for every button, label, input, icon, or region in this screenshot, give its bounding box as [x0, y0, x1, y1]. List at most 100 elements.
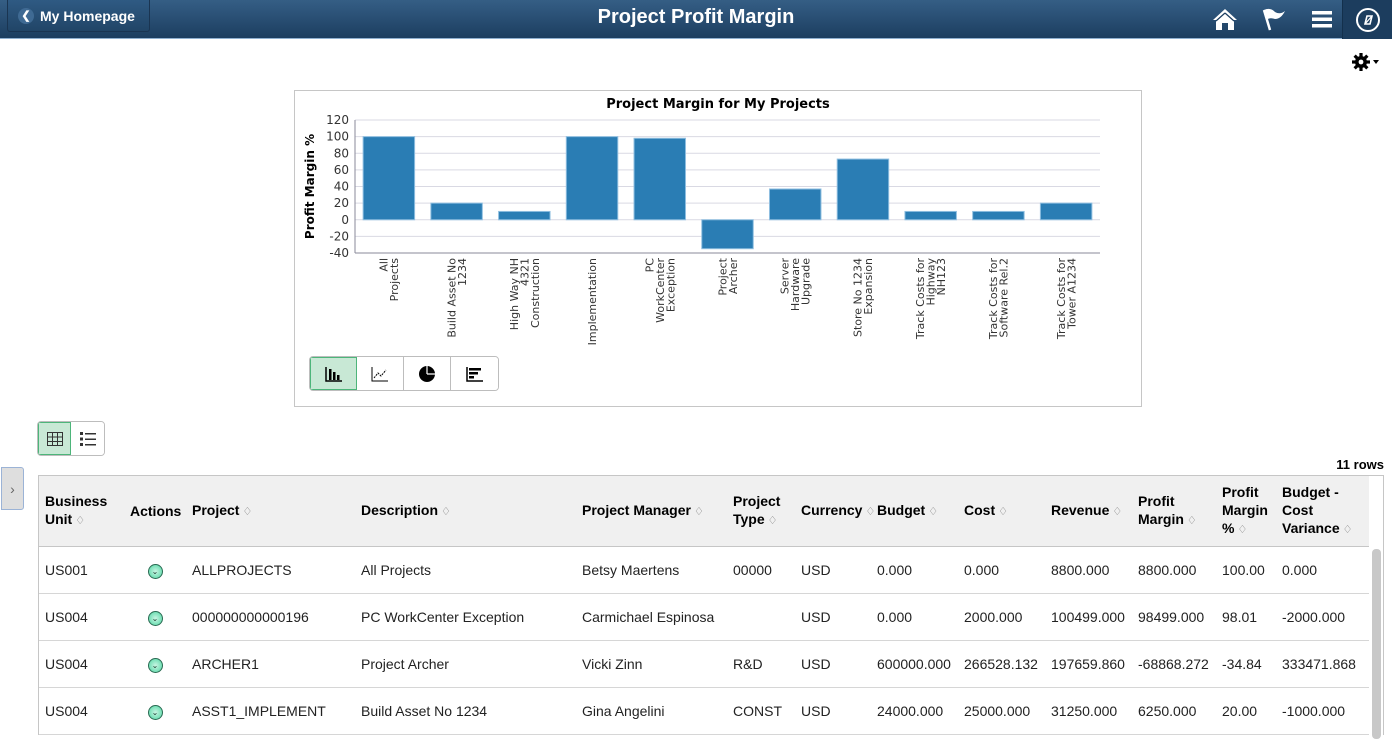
- column-header[interactable]: Description ♢: [355, 476, 576, 547]
- table-row[interactable]: US001 ⌄ ALLPROJECTS All Projects Betsy Maert…: [39, 546, 1369, 594]
- table-row[interactable]: US004 ⌄ 000000000000196 PC WorkCenter Excep…: [39, 593, 1369, 641]
- banner: ❮ My Homepage Project Profit Margin: [0, 0, 1392, 39]
- x-tick-label: ProjectArcher: [716, 257, 740, 295]
- table-cell: ALLPROJECTS: [186, 546, 355, 594]
- pie-chart-button[interactable]: [404, 357, 451, 390]
- sort-icon[interactable]: ♢: [75, 515, 85, 527]
- table-cell: 2000.000: [958, 593, 1045, 641]
- table-cell: R&D: [727, 640, 795, 688]
- table-cell: US001: [39, 546, 124, 594]
- x-tick-label: Store No 1234Expansion: [852, 258, 876, 337]
- navbar-compass-icon: [1355, 7, 1380, 32]
- table-cell: -2000.000: [1276, 593, 1369, 641]
- column-header[interactable]: Currency ♢: [795, 476, 875, 547]
- bar: [701, 219, 754, 250]
- sort-icon[interactable]: ♢: [441, 506, 451, 518]
- column-header[interactable]: Profit Margin ♢: [1132, 476, 1216, 547]
- x-tick-label-line: Construction: [529, 258, 542, 328]
- row-actions-chevron-down-icon[interactable]: ⌄: [147, 610, 163, 626]
- column-header-label: Project: [192, 501, 240, 518]
- column-header-label: Currency: [801, 501, 863, 518]
- table-row[interactable]: US004 ⌄ ARCHER1 Project Archer Vicki Zinn R&D…: [39, 640, 1369, 688]
- sort-icon[interactable]: ♢: [1343, 524, 1353, 536]
- table-cell: ⌄: [124, 687, 186, 735]
- sort-icon[interactable]: ♢: [768, 515, 778, 527]
- column-header[interactable]: Project ♢: [186, 476, 355, 547]
- sort-icon[interactable]: ♢: [998, 506, 1008, 518]
- column-header[interactable]: Business Unit ♢: [39, 476, 124, 547]
- sort-icon[interactable]: ♢: [1237, 524, 1247, 536]
- sort-icon[interactable]: ♢: [1187, 515, 1197, 527]
- row-actions-chevron-down-icon[interactable]: ⌄: [147, 563, 163, 579]
- notifications-button[interactable]: [1257, 4, 1291, 34]
- table-cell: 000000000000196: [186, 593, 355, 641]
- column-header[interactable]: Actions: [124, 476, 186, 547]
- column-header[interactable]: Revenue ♢: [1045, 476, 1132, 547]
- row-actions-chevron-down-icon[interactable]: ⌄: [147, 657, 163, 673]
- home-button[interactable]: [1208, 4, 1242, 34]
- table-cell: USD: [795, 546, 871, 594]
- x-tick-label: AllProjects: [378, 258, 402, 302]
- menu-icon: [1312, 11, 1332, 28]
- actions-menu-button[interactable]: [1305, 4, 1339, 34]
- sort-icon[interactable]: ♢: [242, 506, 252, 518]
- line-chart-button[interactable]: [357, 357, 404, 390]
- navbar-button[interactable]: [1342, 0, 1392, 39]
- back-to-homepage-button[interactable]: ❮ My Homepage: [7, 0, 150, 32]
- bar: [768, 188, 822, 221]
- table-cell: US004: [39, 593, 124, 641]
- column-header[interactable]: Cost ♢: [958, 476, 1045, 547]
- column-header[interactable]: Project Manager ♢: [576, 476, 727, 547]
- x-tick-label-line: Software Rel.2: [998, 258, 1011, 337]
- grid-scrollbar[interactable]: [1372, 549, 1381, 739]
- table-row[interactable]: US004 ⌄ ASST1_IMPLEMENT Build Asset No 1234…: [39, 687, 1369, 735]
- column-header[interactable]: Budget ♢: [871, 476, 958, 547]
- x-tick-label-line: Tower A1234: [1065, 258, 1078, 330]
- grid-view-button[interactable]: [38, 422, 71, 455]
- x-tick-label: Track Costs forSoftware Rel.2: [987, 258, 1011, 341]
- list-view-button[interactable]: [71, 422, 104, 455]
- table-cell: ⌄: [124, 593, 186, 641]
- settings-button[interactable]: [1352, 52, 1382, 72]
- table-cell: CONST: [727, 687, 795, 735]
- table-cell: 0.000: [871, 546, 958, 594]
- sort-icon[interactable]: ♢: [1112, 506, 1122, 518]
- chevron-left-icon: ❮: [18, 7, 34, 24]
- table-cell: USD: [795, 640, 871, 688]
- x-tick-label: PCWorkCenterException: [643, 258, 677, 323]
- horizontal-bar-chart-button[interactable]: [451, 357, 498, 390]
- sort-icon[interactable]: ♢: [865, 506, 875, 518]
- column-header-label: Budget: [877, 501, 926, 518]
- column-header[interactable]: Project Type ♢: [727, 476, 795, 547]
- column-header[interactable]: Budget - Cost Variance ♢: [1276, 476, 1369, 547]
- side-panel-expand-tab[interactable]: ›: [1, 467, 24, 510]
- table-cell: Carmichael Espinosa: [576, 593, 727, 641]
- bar: [430, 202, 483, 221]
- home-icon: [1213, 9, 1237, 30]
- grid-header-row: Business Unit ♢ Actions Project ♢ Description…: [39, 476, 1369, 547]
- table-cell: US004: [39, 687, 124, 735]
- table-cell: PC WorkCenter Exception: [355, 593, 576, 641]
- y-tick-label: 100: [326, 130, 349, 144]
- sort-icon[interactable]: ♢: [928, 506, 938, 518]
- x-tick-label: ServerHardwareUpgrade: [779, 258, 813, 312]
- x-tick-label: Track Costs forTower A1234: [1055, 258, 1079, 341]
- column-header-label: Actions: [130, 502, 182, 519]
- row-count: 11 rows: [1336, 457, 1384, 472]
- x-tick-label-line: Expansion: [862, 258, 875, 315]
- table-cell: All Projects: [355, 546, 576, 594]
- y-tick-label: -20: [329, 229, 349, 243]
- table-cell: Betsy Maertens: [576, 546, 727, 594]
- grid-view-icon: [46, 431, 63, 446]
- table-cell: Build Asset No 1234: [355, 687, 576, 735]
- x-tick-label-line: Upgrade: [800, 258, 813, 305]
- bar: [904, 210, 957, 221]
- table-cell: USD: [795, 593, 871, 641]
- row-actions-chevron-down-icon[interactable]: ⌄: [147, 704, 163, 720]
- flag-icon: [1262, 8, 1285, 31]
- x-tick-label-line: NH123: [935, 258, 948, 296]
- table-cell: ⌄: [124, 640, 186, 688]
- bar-chart-button[interactable]: [310, 357, 357, 390]
- sort-icon[interactable]: ♢: [694, 506, 704, 518]
- column-header[interactable]: Profit Margin % ♢: [1216, 476, 1276, 547]
